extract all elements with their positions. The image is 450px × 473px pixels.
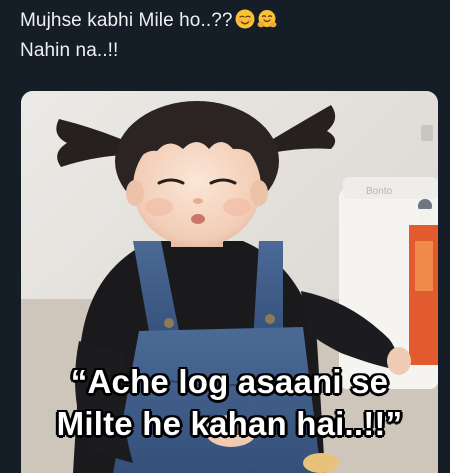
caption-line-1: “Ache log asaani se [70, 363, 389, 400]
smiling-face-icon [235, 9, 255, 29]
caption-line-2: Milte he kahan hai..!!” [56, 405, 403, 442]
post-line-2: Nahin na..!! [20, 40, 119, 61]
post-line-1: Mujhse kabhi Mile ho..?? [20, 6, 440, 36]
left-cheek [145, 198, 173, 216]
nose [193, 198, 203, 204]
right-ear [250, 180, 268, 206]
left-ear [126, 180, 144, 206]
toy-in-hand [303, 453, 339, 473]
post-text: Mujhse kabhi Mile ho..?? Nahin na..!! [20, 6, 440, 66]
mouth [191, 214, 205, 224]
hugging-face-icon [257, 9, 277, 29]
right-cheek [223, 198, 251, 216]
wall-outlet [421, 125, 433, 141]
sink-brand-label: Bonto [366, 186, 393, 197]
post-line-1-text: Mujhse kabhi Mile ho..?? [20, 10, 233, 31]
meme-image: Bonto “Ache log asaani se Milte he kahan… [21, 91, 438, 473]
